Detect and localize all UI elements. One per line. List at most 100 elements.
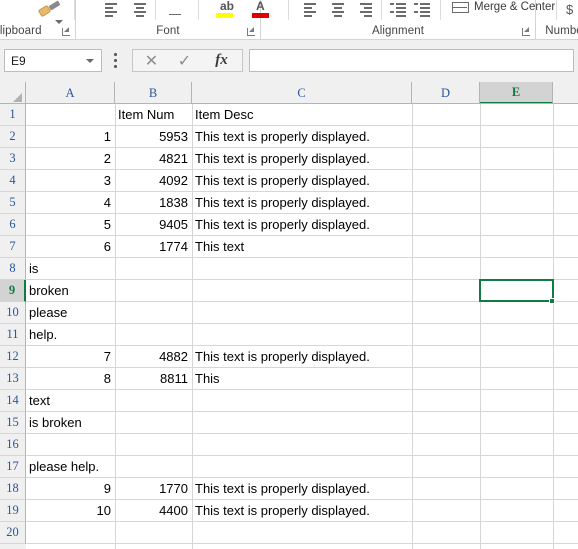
font-dialog-launcher-icon[interactable] xyxy=(247,27,256,36)
select-all-corner-button[interactable] xyxy=(0,82,26,104)
cell-A2[interactable]: 1 xyxy=(26,126,115,147)
cell-A9[interactable]: broken xyxy=(26,280,115,301)
increase-indent-icon[interactable] xyxy=(414,3,431,17)
cell-A18[interactable]: 9 xyxy=(26,478,115,499)
cell-B4[interactable]: 4092 xyxy=(115,170,192,191)
cell-A8[interactable]: is xyxy=(26,258,115,279)
name-box-value: E9 xyxy=(11,53,26,68)
cell-C7[interactable]: This text xyxy=(192,236,412,257)
currency-format-icon[interactable]: $ xyxy=(566,2,573,17)
cell-A12[interactable]: 7 xyxy=(26,346,115,367)
cell-B2[interactable]: 5953 xyxy=(115,126,192,147)
cell-A14[interactable]: text xyxy=(26,390,115,411)
column-header-c[interactable]: C xyxy=(192,82,412,104)
row-header-16[interactable]: 16 xyxy=(0,434,26,456)
font-color-glyph: A xyxy=(256,0,265,13)
row-header-15[interactable]: 15 xyxy=(0,412,26,434)
cell-C2[interactable]: This text is properly displayed. xyxy=(192,126,412,147)
cell-C1[interactable]: Item Desc xyxy=(192,104,412,125)
highlight-glyph: ab xyxy=(220,0,235,13)
cell-area: Item Num Item Desc 1 5953 This text is prope… xyxy=(26,104,578,549)
cell-A10[interactable]: please xyxy=(26,302,115,323)
name-box[interactable]: E9 xyxy=(4,49,102,72)
row-header-13[interactable]: 13 xyxy=(0,368,26,390)
cell-C13[interactable]: This xyxy=(192,368,412,389)
row-header-14[interactable]: 14 xyxy=(0,390,26,412)
cell-B18[interactable]: 1770 xyxy=(115,478,192,499)
row-header-18[interactable]: 18 xyxy=(0,478,26,500)
row-header-11[interactable]: 11 xyxy=(0,324,26,346)
row-header-9[interactable]: 9 xyxy=(0,280,26,302)
clipboard-dialog-launcher-icon[interactable] xyxy=(62,27,71,36)
cell-B19[interactable]: 4400 xyxy=(115,500,192,521)
row-header-3[interactable]: 3 xyxy=(0,148,26,170)
cell-B1[interactable]: Item Num xyxy=(115,104,192,125)
column-header-e[interactable]: E xyxy=(480,82,553,104)
formula-input[interactable] xyxy=(249,49,574,72)
cell-C5[interactable]: This text is properly displayed. xyxy=(192,192,412,213)
cell-A17[interactable]: please help. xyxy=(26,456,115,477)
cell-B13[interactable]: 8811 xyxy=(115,368,192,389)
column-header-b[interactable]: B xyxy=(115,82,192,104)
cell-A15[interactable]: is broken xyxy=(26,412,115,433)
font-color-icon[interactable]: A xyxy=(252,0,269,19)
column-header-d[interactable]: D xyxy=(412,82,480,104)
cell-B12[interactable]: 4882 xyxy=(115,346,192,367)
merge-and-center-button[interactable]: Merge & Center xyxy=(452,1,555,19)
cell-A19[interactable]: 10 xyxy=(26,500,115,521)
cell-B5[interactable]: 1838 xyxy=(115,192,192,213)
row-header-1[interactable]: 1 xyxy=(0,104,26,126)
paste-dropdown-chevron-icon[interactable] xyxy=(55,20,63,24)
align-text-right-icon[interactable] xyxy=(359,3,373,17)
insert-function-icon[interactable]: fx xyxy=(203,50,240,71)
row-header-20[interactable]: 20 xyxy=(0,522,26,544)
row-header-6[interactable]: 6 xyxy=(0,214,26,236)
row-header-7[interactable]: 7 xyxy=(0,236,26,258)
row-header-5[interactable]: 5 xyxy=(0,192,26,214)
cell-A5[interactable]: 4 xyxy=(26,192,115,213)
format-painter-icon[interactable] xyxy=(37,0,61,18)
cell-A6[interactable]: 5 xyxy=(26,214,115,235)
cell-A13[interactable]: 8 xyxy=(26,368,115,389)
ribbon-separator-2 xyxy=(155,0,156,20)
ribbon-separator-7 xyxy=(556,0,557,20)
cell-C19[interactable]: This text is properly displayed. xyxy=(192,500,412,521)
ribbon-group-label-alignment: Alignment xyxy=(371,25,425,37)
row-header-12[interactable]: 12 xyxy=(0,346,26,368)
formula-bar-more-options-icon[interactable] xyxy=(114,53,118,68)
cancel-formula-icon[interactable]: ✕ xyxy=(135,50,168,71)
align-text-left-icon[interactable] xyxy=(303,3,317,17)
cell-B6[interactable]: 9405 xyxy=(115,214,192,235)
row-header-19[interactable]: 19 xyxy=(0,500,26,522)
merge-and-center-label: Merge & Center xyxy=(474,1,556,13)
cell-A7[interactable]: 6 xyxy=(26,236,115,257)
font-color-swatch xyxy=(252,13,269,18)
decrease-indent-icon[interactable] xyxy=(390,3,407,17)
row-header-8[interactable]: 8 xyxy=(0,258,26,280)
confirm-formula-icon[interactable]: ✓ xyxy=(168,50,201,71)
alignment-dialog-launcher-icon[interactable] xyxy=(522,27,531,36)
row-header-17[interactable]: 17 xyxy=(0,456,26,478)
highlight-color-icon[interactable]: ab xyxy=(216,0,235,19)
row-header-2[interactable]: 2 xyxy=(0,126,26,148)
cell-A4[interactable]: 3 xyxy=(26,170,115,191)
align-left-icon[interactable] xyxy=(104,3,118,17)
row-header-4[interactable]: 4 xyxy=(0,170,26,192)
cell-A3[interactable]: 2 xyxy=(26,148,115,169)
cell-C12[interactable]: This text is properly displayed. xyxy=(192,346,412,367)
border-bottom-icon[interactable] xyxy=(168,3,182,17)
column-header-a[interactable]: A xyxy=(26,82,115,104)
align-center-icon[interactable] xyxy=(133,3,147,17)
fill-handle[interactable] xyxy=(549,298,555,304)
row-header-10[interactable]: 10 xyxy=(0,302,26,324)
name-box-chevron-down-icon[interactable] xyxy=(86,58,94,63)
align-text-center-icon[interactable] xyxy=(331,3,345,17)
cell-B3[interactable]: 4821 xyxy=(115,148,192,169)
cell-C18[interactable]: This text is properly displayed. xyxy=(192,478,412,499)
cell-A11[interactable]: help. xyxy=(26,324,115,345)
cell-C6[interactable]: This text is properly displayed. xyxy=(192,214,412,235)
cell-C4[interactable]: This text is properly displayed. xyxy=(192,170,412,191)
cell-B7[interactable]: 1774 xyxy=(115,236,192,257)
ribbon-separator-6 xyxy=(440,0,441,20)
cell-C3[interactable]: This text is properly displayed. xyxy=(192,148,412,169)
